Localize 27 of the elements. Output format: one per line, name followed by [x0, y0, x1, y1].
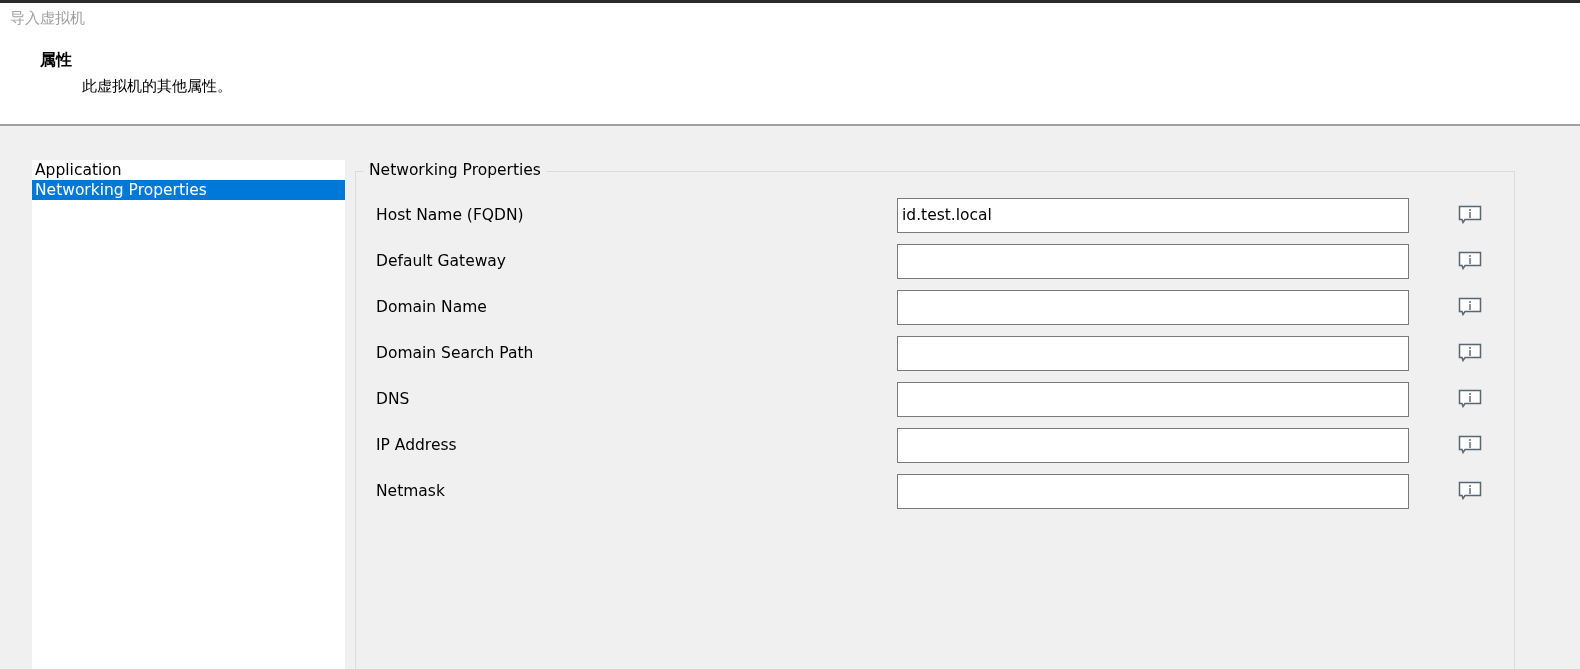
info-icon[interactable] [1458, 389, 1482, 409]
input-field[interactable] [897, 381, 1409, 417]
info-icon[interactable] [1458, 435, 1482, 455]
page-heading: 属性 [40, 50, 73, 71]
field-label: DNS [376, 390, 411, 408]
field-label: Domain Name [376, 298, 488, 316]
info-icon[interactable] [1458, 297, 1482, 317]
info-icon[interactable] [1458, 481, 1482, 501]
info-icon[interactable] [1458, 205, 1482, 225]
field-label: Domain Search Path [376, 344, 535, 362]
page-description: 此虚拟机的其他属性。 [82, 77, 233, 96]
window-title: 导入虚拟机 [10, 9, 86, 28]
input-field[interactable]: id.test.local [897, 197, 1409, 233]
sidebar-item[interactable]: Networking Properties [32, 180, 345, 200]
field-label: Netmask [376, 482, 446, 500]
input-field[interactable] [897, 243, 1409, 279]
input-field[interactable] [897, 289, 1409, 325]
info-icon[interactable] [1458, 343, 1482, 363]
field-label: IP Address [376, 436, 458, 454]
field-label: Default Gateway [376, 252, 508, 270]
input-field[interactable] [897, 335, 1409, 371]
sidebar-item[interactable]: Application [32, 160, 345, 180]
input-field[interactable] [897, 427, 1409, 463]
group-title: Networking Properties [364, 161, 546, 179]
field-label: Host Name (FQDN) [376, 206, 525, 224]
input-field[interactable] [897, 473, 1409, 509]
info-icon[interactable] [1458, 251, 1482, 271]
